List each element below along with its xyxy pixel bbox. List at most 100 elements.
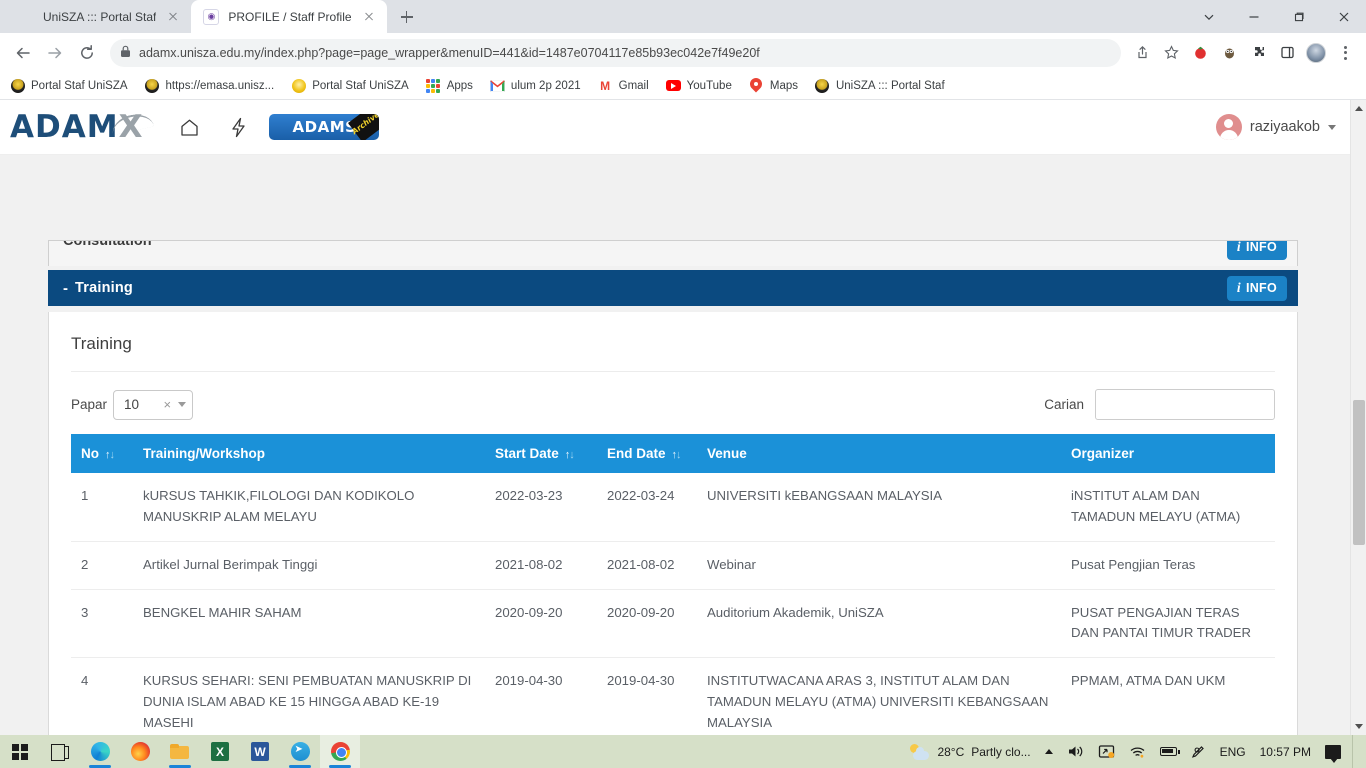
column-header-training-workshop[interactable]: Training/Workshop: [133, 434, 485, 473]
bookmark-unisza-portal-staf[interactable]: UniSZA ::: Portal Staf: [815, 78, 945, 93]
maximize-button[interactable]: [1276, 0, 1321, 33]
bookmark-emasa[interactable]: https://emasa.unisz...: [145, 78, 275, 93]
adams-archive-badge[interactable]: ADAMS Archive: [269, 114, 380, 140]
column-header-organizer[interactable]: Organizer: [1061, 434, 1275, 473]
excel-icon[interactable]: X: [200, 735, 240, 768]
page-length-select[interactable]: 10 ×: [113, 389, 194, 420]
tomato-extension-icon[interactable]: [1187, 40, 1213, 66]
user-menu[interactable]: raziyaakob: [1215, 114, 1336, 140]
profile-avatar-icon[interactable]: [1303, 40, 1329, 66]
bookmark-portal-staf-unisza-1[interactable]: Portal Staf UniSZA: [10, 78, 128, 93]
puzzle-extension-icon[interactable]: [1245, 40, 1271, 66]
close-icon[interactable]: [165, 9, 181, 25]
bookmark-label: Maps: [769, 79, 798, 92]
notifications-icon[interactable]: [1318, 735, 1348, 768]
wifi-icon[interactable]: [1122, 735, 1153, 768]
chevron-down-icon[interactable]: [1186, 0, 1231, 33]
firefox-icon[interactable]: [120, 735, 160, 768]
search-input[interactable]: [1095, 389, 1275, 420]
tab-unisza-portal-staf[interactable]: UniSZA ::: Portal Staf: [6, 0, 191, 33]
card-title: Training: [71, 334, 1275, 372]
sort-icon[interactable]: ↑↓: [672, 449, 682, 461]
page-scrollbar[interactable]: [1350, 100, 1366, 735]
column-header-start-date[interactable]: Start Date ↑↓: [485, 434, 597, 473]
table-row[interactable]: 3 BENGKEL MAHIR SAHAM 2020-09-20 2020-09…: [71, 589, 1275, 659]
volume-icon[interactable]: [1060, 735, 1091, 768]
tab-strip: UniSZA ::: Portal Staf ◉ PROFILE / Staff…: [0, 0, 1366, 33]
bookmark-apps[interactable]: Apps: [426, 78, 473, 93]
home-icon[interactable]: [179, 117, 200, 138]
bookmark-label: YouTube: [686, 79, 732, 92]
bookmark-label: Portal Staf UniSZA: [312, 79, 409, 92]
column-header-no[interactable]: No ↑↓: [71, 434, 133, 473]
clock[interactable]: 10:57 PM: [1253, 735, 1318, 768]
scroll-up-button[interactable]: [1351, 100, 1366, 117]
onedrive-icon[interactable]: [1091, 735, 1122, 768]
bookmark-ulum-2p-2021[interactable]: ulum 2p 2021: [489, 78, 581, 93]
task-view-icon[interactable]: [40, 735, 80, 768]
battery-icon[interactable]: [1153, 735, 1184, 768]
bookmark-portal-staf-unisza-2[interactable]: Portal Staf UniSZA: [291, 78, 409, 93]
lightning-bolt-icon[interactable]: [230, 117, 247, 138]
address-bar[interactable]: adamx.unisza.edu.my/index.php?page=page_…: [110, 38, 1121, 67]
bookmark-youtube[interactable]: YouTube: [665, 78, 732, 93]
pen-icon[interactable]: [1184, 735, 1213, 768]
info-icon: i: [1236, 279, 1241, 295]
weather-temperature: 28°C: [937, 744, 965, 759]
tab-profile-staff-profile[interactable]: ◉ PROFILE / Staff Profile: [191, 0, 387, 33]
scrollbar-thumb[interactable]: [1353, 400, 1365, 545]
apps-grid-icon: [426, 78, 441, 93]
table-row[interactable]: 2 Artikel Jurnal Berimpak Tinggi 2021-08…: [71, 541, 1275, 590]
kebab-menu-icon[interactable]: [1332, 40, 1358, 66]
close-window-button[interactable]: [1321, 0, 1366, 33]
column-label: No: [81, 446, 99, 461]
share-icon[interactable]: [1129, 40, 1155, 66]
table-row[interactable]: 4 KURSUS SEHARI: SENI PEMBUATAN MANUSKRI…: [71, 657, 1275, 735]
star-icon[interactable]: [1158, 40, 1184, 66]
column-header-end-date[interactable]: End Date ↑↓: [597, 434, 697, 473]
weather-widget[interactable]: 28°C Partly clo...: [902, 735, 1037, 768]
edge-icon[interactable]: [80, 735, 120, 768]
show-desktop-button[interactable]: [1352, 735, 1358, 768]
new-tab-button[interactable]: [393, 3, 421, 31]
cell-training-name: KURSUS SEHARI: SENI PEMBUATAN MANUSKRIP …: [133, 657, 485, 735]
telegram-icon[interactable]: [280, 735, 320, 768]
panel-consultation-collapsed[interactable]: Consultation i INFO: [48, 240, 1298, 266]
scroll-down-button[interactable]: [1351, 718, 1366, 735]
adamx-logo[interactable]: ADAMX: [10, 109, 155, 145]
column-header-venue[interactable]: Venue: [697, 434, 1061, 473]
cell-no: 2: [71, 541, 133, 590]
chevron-up-icon[interactable]: [1038, 735, 1060, 768]
training-info-button[interactable]: i INFO: [1226, 275, 1287, 301]
windows-start-icon[interactable]: [0, 735, 40, 768]
partly-cloudy-icon: [910, 743, 930, 760]
chevron-down-icon[interactable]: [178, 402, 187, 407]
collapse-toggle-icon[interactable]: -: [63, 280, 68, 297]
minimize-button[interactable]: [1231, 0, 1276, 33]
bookmark-label: https://emasa.unisz...: [165, 79, 275, 92]
cell-organizer: PUSAT PENGAJIAN TERAS DAN PANTAI TIMUR T…: [1061, 589, 1275, 659]
cell-start-date: 2022-03-23: [485, 473, 597, 542]
back-button[interactable]: [8, 38, 38, 68]
close-icon[interactable]: [361, 9, 377, 25]
chrome-icon[interactable]: [320, 735, 360, 768]
file-explorer-icon[interactable]: [160, 735, 200, 768]
cell-end-date: 2022-03-24: [597, 473, 697, 542]
sort-icon[interactable]: ↑↓: [105, 449, 115, 461]
table-row[interactable]: 1 kURSUS TAHKIK,FILOLOGI DAN KODIKOLO MA…: [71, 473, 1275, 542]
bookmark-maps[interactable]: Maps: [749, 78, 798, 93]
clear-icon[interactable]: ×: [163, 397, 171, 412]
cell-venue: Webinar: [697, 541, 1061, 590]
sidepanel-icon[interactable]: [1274, 40, 1300, 66]
word-icon[interactable]: W: [240, 735, 280, 768]
consultation-info-button[interactable]: i INFO: [1226, 241, 1287, 260]
language-indicator[interactable]: ENG: [1213, 735, 1253, 768]
weather-condition: Partly clo...: [971, 744, 1031, 759]
forward-button[interactable]: [40, 38, 70, 68]
reload-button[interactable]: [72, 38, 102, 68]
sort-icon[interactable]: ↑↓: [565, 449, 575, 461]
panel-training-header[interactable]: - Training i INFO: [48, 270, 1298, 306]
bookmark-gmail[interactable]: M Gmail: [598, 78, 649, 93]
chevron-down-icon[interactable]: [1328, 124, 1336, 130]
owl-extension-icon[interactable]: [1216, 40, 1242, 66]
